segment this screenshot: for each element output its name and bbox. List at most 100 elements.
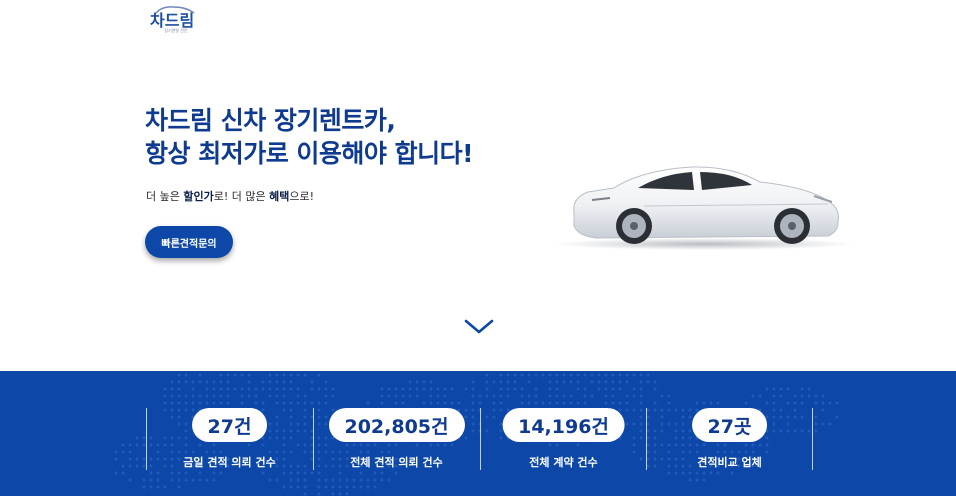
map-dot	[303, 492, 307, 496]
map-dot	[653, 380, 657, 384]
map-dot	[219, 373, 223, 377]
map-dot	[604, 373, 608, 377]
map-dot	[282, 471, 286, 475]
map-dot	[499, 380, 503, 384]
map-dot	[366, 401, 370, 405]
stat-label: 전체 계약 건수	[529, 456, 598, 469]
map-dot	[800, 401, 804, 405]
chevron-down-icon[interactable]	[464, 318, 494, 336]
map-dot	[142, 478, 146, 482]
map-dot	[275, 380, 279, 384]
map-dot	[317, 373, 321, 377]
map-dot	[611, 401, 615, 405]
map-dot	[639, 373, 643, 377]
map-dot	[296, 387, 300, 391]
map-dot	[415, 387, 419, 391]
map-dot	[450, 387, 454, 391]
map-dot	[478, 394, 482, 398]
stat-label: 금일 견적 의뢰 건수	[183, 456, 276, 469]
map-dot	[338, 485, 342, 489]
map-dot	[702, 471, 706, 475]
map-dot	[205, 380, 209, 384]
map-dot	[422, 380, 426, 384]
map-dot	[443, 387, 447, 391]
brand-logo[interactable]: 차드림 장기렌탈 전문	[148, 4, 204, 34]
map-dot	[527, 380, 531, 384]
map-dot	[457, 401, 461, 405]
map-dot	[429, 394, 433, 398]
map-dot	[121, 471, 125, 475]
map-dot	[156, 485, 160, 489]
map-dot	[604, 387, 608, 391]
map-dot	[338, 471, 342, 475]
map-dot	[359, 478, 363, 482]
map-dot	[135, 464, 139, 468]
map-dot	[765, 387, 769, 391]
map-dot	[198, 394, 202, 398]
map-dot	[149, 478, 153, 482]
map-dot	[821, 394, 825, 398]
map-dot	[485, 373, 489, 377]
map-dot	[450, 401, 454, 405]
map-dot	[373, 478, 377, 482]
map-dot	[429, 401, 433, 405]
map-dot	[590, 373, 594, 377]
map-dot	[772, 387, 776, 391]
map-dot	[254, 394, 258, 398]
hero-title-line-2: 항상 최저가로 이용해야 합니다!	[145, 139, 474, 168]
map-dot	[548, 373, 552, 377]
map-dot	[366, 485, 370, 489]
map-dot	[660, 394, 664, 398]
map-dot	[513, 387, 517, 391]
map-dot	[716, 401, 720, 405]
map-dot	[282, 373, 286, 377]
map-dot	[268, 387, 272, 391]
map-dot	[226, 380, 230, 384]
map-dot	[471, 394, 475, 398]
map-dot	[296, 373, 300, 377]
map-dot	[506, 394, 510, 398]
map-dot	[821, 422, 825, 426]
map-dot	[317, 387, 321, 391]
map-dot	[163, 387, 167, 391]
map-dot	[436, 394, 440, 398]
map-dot	[275, 401, 279, 405]
map-dot	[625, 401, 629, 405]
map-dot	[170, 380, 174, 384]
map-dot	[576, 380, 580, 384]
map-dot	[331, 492, 335, 496]
map-dot	[429, 387, 433, 391]
map-dot	[618, 373, 622, 377]
map-dot	[170, 394, 174, 398]
map-dot	[639, 401, 643, 405]
map-dot	[814, 394, 818, 398]
map-dot	[702, 478, 706, 482]
map-dot	[184, 380, 188, 384]
map-dot	[296, 394, 300, 398]
stat-today-requests: 27건 금일 견적 의뢰 건수	[146, 408, 313, 470]
map-dot	[191, 478, 195, 482]
map-dot	[506, 380, 510, 384]
map-dot	[779, 394, 783, 398]
map-dot	[219, 401, 223, 405]
map-dot	[485, 387, 489, 391]
subtitle-part: 더 높은	[146, 190, 184, 203]
map-dot	[303, 478, 307, 482]
map-dot	[184, 394, 188, 398]
subtitle-part: 로! 더 많은	[213, 190, 270, 203]
hero-subtitle: 더 높은 할인가로! 더 많은 혜택으로!	[146, 188, 314, 204]
map-dot	[520, 401, 524, 405]
map-dot	[793, 394, 797, 398]
map-dot	[310, 471, 314, 475]
map-dot	[275, 373, 279, 377]
quick-quote-button[interactable]: 빠른견적문의	[145, 226, 233, 258]
map-dot	[422, 401, 426, 405]
map-dot	[296, 485, 300, 489]
map-dot	[429, 380, 433, 384]
map-dot	[590, 380, 594, 384]
map-dot	[681, 471, 685, 475]
stat-total-requests: 202,805건 전체 견적 의뢰 건수	[313, 408, 480, 470]
map-dot	[275, 478, 279, 482]
map-dot	[408, 380, 412, 384]
map-dot	[443, 401, 447, 405]
